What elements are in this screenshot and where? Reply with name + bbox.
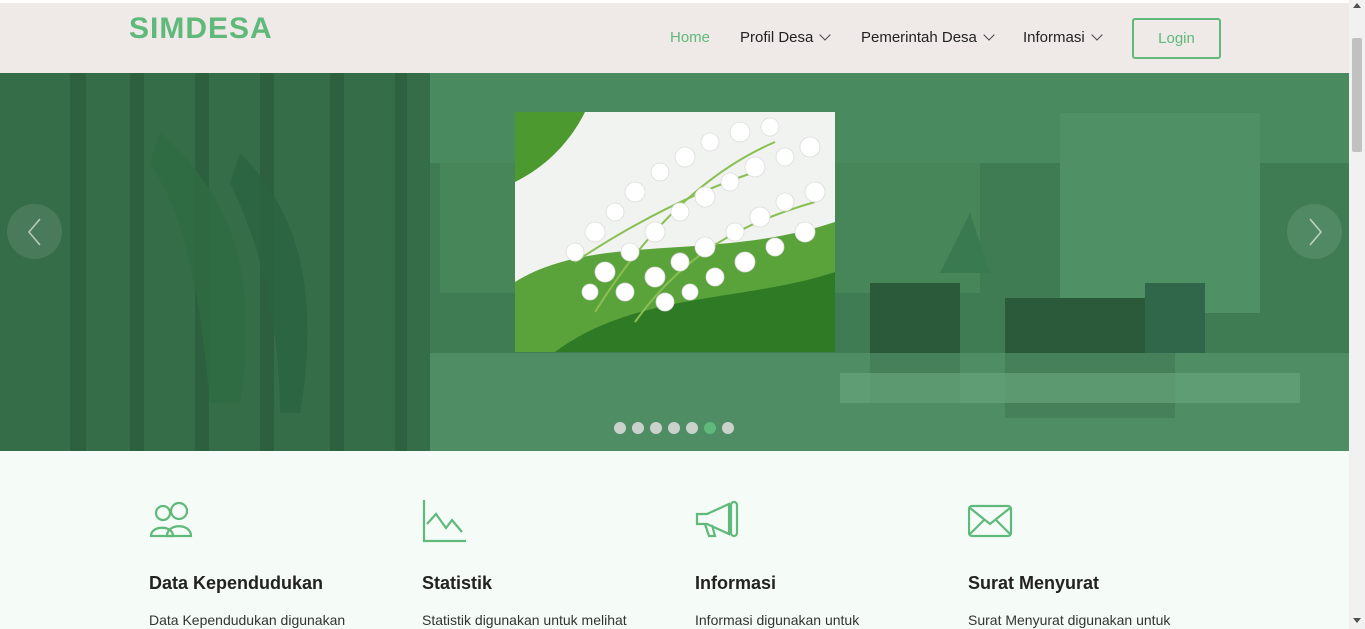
carousel-next-button[interactable]	[1287, 204, 1342, 259]
chevron-down-icon	[1091, 29, 1103, 41]
carousel-indicator-dot[interactable]	[704, 422, 716, 434]
carousel-indicator-dot[interactable]	[614, 422, 626, 434]
envelope-icon	[967, 504, 1013, 538]
carousel-indicator-dot[interactable]	[722, 422, 734, 434]
brand-logo[interactable]: SIMDESA	[129, 12, 273, 46]
nav-home[interactable]: Home	[670, 29, 710, 46]
chart-line-icon	[422, 500, 466, 543]
chevron-down-icon	[983, 29, 995, 41]
carousel-indicator-dot[interactable]	[668, 422, 680, 434]
feature-title: Surat Menyurat	[968, 573, 1100, 593]
carousel-indicator-dot[interactable]	[632, 422, 644, 434]
feature-description: Data Kependudukan digunakan	[149, 612, 346, 628]
feature-description: Surat Menyurat digunakan untuk	[968, 612, 1171, 628]
feature-data-kependudukan: Data Kependudukan Data Kependudukan digu…	[149, 498, 389, 628]
feature-title: Statistik	[422, 573, 493, 593]
nav-profil-desa[interactable]: Profil Desa	[740, 29, 832, 46]
chevron-left-icon	[27, 217, 41, 246]
carousel-prev-button[interactable]	[7, 204, 62, 259]
feature-title: Data Kependudukan	[149, 573, 324, 593]
carousel-indicator-dot[interactable]	[686, 422, 698, 434]
nav-pemerintah-desa-label: Pemerintah Desa	[861, 29, 977, 46]
chevron-right-icon	[1308, 217, 1322, 246]
hero-carousel	[0, 73, 1349, 451]
feature-description: Informasi digunakan untuk	[695, 612, 860, 628]
nav-informasi-label: Informasi	[1023, 29, 1085, 46]
scrollbar-thumb[interactable]	[1352, 38, 1362, 152]
slide-flower-image	[515, 112, 835, 352]
chevron-down-icon	[819, 29, 832, 41]
feature-statistik: Statistik Statistik digunakan untuk meli…	[422, 498, 662, 628]
feature-title: Informasi	[695, 573, 777, 593]
nav-pemerintah-desa[interactable]: Pemerintah Desa	[861, 29, 995, 46]
carousel-indicator-dot[interactable]	[650, 422, 662, 434]
megaphone-icon	[695, 500, 739, 538]
scroll-down-arrow-icon[interactable]	[1353, 618, 1361, 623]
feature-surat-menyurat: Surat Menyurat Surat Menyurat digunakan …	[967, 498, 1208, 628]
navbar: SIMDESA Home Profil Desa Pemerintah Desa…	[0, 3, 1349, 73]
scroll-up-arrow-icon[interactable]	[1353, 3, 1361, 8]
people-icon	[149, 501, 193, 538]
feature-informasi: Informasi Informasi digunakan untuk	[695, 498, 935, 628]
carousel-indicators	[614, 422, 734, 434]
nav-informasi[interactable]: Informasi	[1023, 29, 1103, 46]
login-button[interactable]: Login	[1132, 18, 1221, 59]
feature-description: Statistik digunakan untuk melihat	[422, 612, 627, 628]
nav-profil-desa-label: Profil Desa	[740, 29, 814, 46]
nav-home-label: Home	[670, 29, 711, 46]
